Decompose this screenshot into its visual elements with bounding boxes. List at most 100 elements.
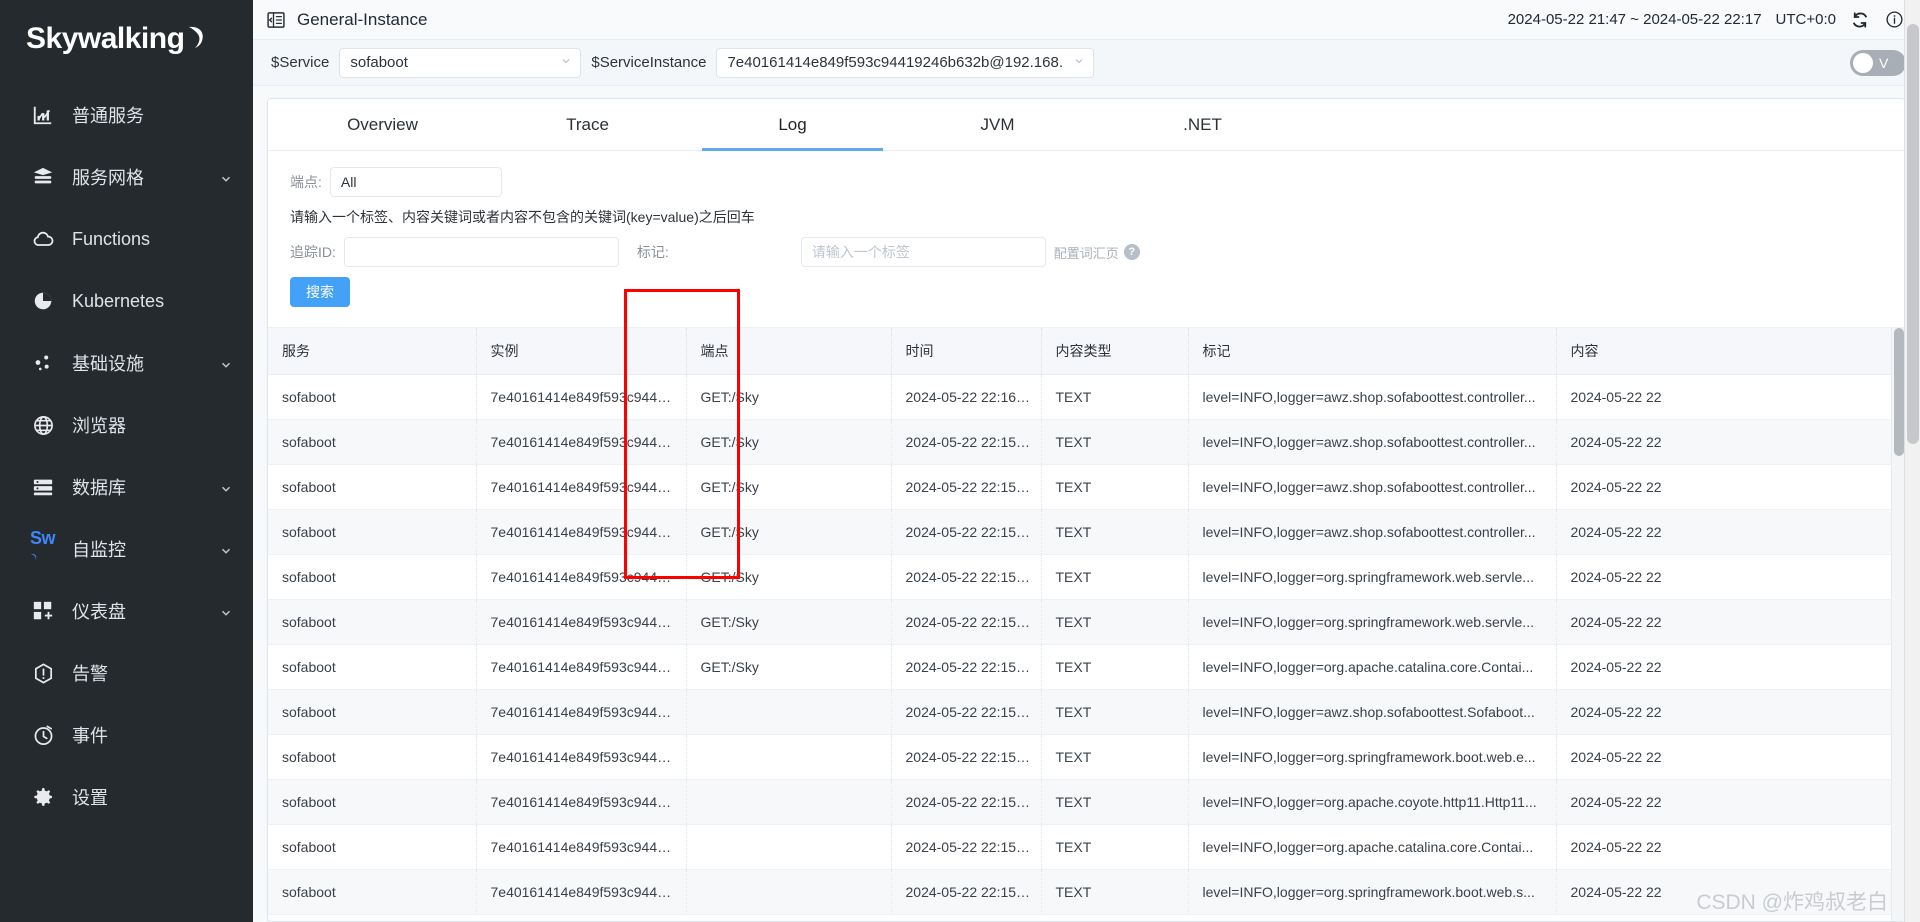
column-header-content[interactable]: 内容 [1556,328,1905,375]
tags-input[interactable]: 请输入一个标签 [800,237,1046,267]
cell-endpoint [686,779,892,825]
sidebar-item-self-observability[interactable]: Sw 自监控 [0,518,253,580]
config-vocabulary-link[interactable]: 配置词汇页 ? [1054,243,1140,262]
sidebar-item-alarm[interactable]: 告警 [0,642,253,704]
tab-dotnet[interactable]: .NET [1100,99,1305,150]
column-header-tags[interactable]: 标记 [1188,328,1557,375]
cell-tags: level=INFO,logger=awz.shop.sofaboottest.… [1188,464,1557,510]
cell-content: 2024-05-22 22 [1556,824,1905,870]
time-range-picker[interactable]: 2024-05-22 21:47 ~ 2024-05-22 22:17 [1508,11,1762,28]
table-scrollbar-thumb[interactable] [1894,328,1904,456]
sidebar-item-general-service[interactable]: 普通服务 [0,84,253,146]
sidebar-item-browser[interactable]: 浏览器 [0,394,253,456]
cell-endpoint: GET:/Sky [686,554,892,600]
column-header-service[interactable]: 服务 [268,328,477,375]
endpoint-filter-row: 端点: All [290,167,1883,197]
cell-content-type: TEXT [1041,419,1189,465]
table-row[interactable]: sofaboot7e40161414e849f593c9441924 6...G… [268,419,1905,465]
brand-logo[interactable]: Skywalking [0,0,253,78]
column-header-endpoint[interactable]: 端点 [686,328,892,375]
table-row[interactable]: sofaboot 7e40161414e849f593c94419246... 20… [268,734,1905,780]
service-select-label: $Service [271,54,330,71]
page-vertical-scrollbar[interactable] [1904,0,1920,922]
toggle-label: V [1879,54,1889,71]
table-row[interactable]: sofaboot 7e40161414e849f593c94419246... 20… [268,869,1905,915]
question-mark-icon[interactable]: ? [1123,244,1140,260]
cell-endpoint [686,869,892,915]
table-row[interactable]: sofaboot7e40161414e849f593c9441924 6...G… [268,554,1905,600]
table-row[interactable]: sofaboot 7e40161414e849f593c94419246... 20… [268,824,1905,870]
table-row[interactable]: sofaboot7e40161414e849f593c9441924 6...G… [268,374,1905,420]
watermark: CSDN @炸鸡叔老白 [1696,891,1888,914]
cell-service: sofaboot [268,734,477,780]
refresh-icon[interactable] [1850,10,1870,30]
log-filters: 端点: All 请输入一个标签、内容关键词或者内容不包含的关键词(key=val… [268,151,1905,327]
cell-content: 2024-05-22 22 [1556,644,1905,690]
info-icon[interactable] [1884,10,1904,30]
table-row[interactable]: sofaboot7e40161414e849f593c9441924 6...G… [268,599,1905,645]
tab-overview[interactable]: Overview [280,99,485,150]
sidebar-item-infrastructure[interactable]: 基础设施 [0,332,253,394]
content-card: Overview Trace Log JVM .NET 端点: All 请输入一… [267,98,1906,922]
cell-tags: level=INFO,logger=awz.shop.sofaboottest.… [1188,419,1557,465]
utc-offset-label[interactable]: UTC+0:0 [1776,11,1836,28]
service-select[interactable]: sofaboot [339,47,582,78]
chevron-down-icon [219,542,233,556]
sidebar-item-label: 仪表盘 [72,602,126,622]
sidebar-item-settings[interactable]: 设置 [0,766,253,828]
sidebar-item-database[interactable]: 数据库 [0,456,253,518]
sidebar-item-event[interactable]: 事件 [0,704,253,766]
cell-service: sofaboot [268,554,477,600]
database-list-icon [30,474,56,500]
skywalking-sw-icon: Sw [30,528,56,562]
cell-service: sofaboot [268,464,477,510]
cell-content-type: TEXT [1041,779,1189,825]
table-row[interactable]: sofaboot7e40161414e849f593c9441924 6...G… [268,464,1905,510]
tags-input-placeholder: 请输入一个标签 [811,244,910,260]
gear-icon [30,784,56,810]
cell-content-type: TEXT [1041,374,1189,420]
log-table-wrapper[interactable]: 服务 实例 端点 时间 内容类型 标记 内容 sofaboot 7e4016141… [268,327,1905,921]
tab-jvm[interactable]: JVM [895,99,1100,150]
layers-icon [30,164,56,190]
view-mode-toggle[interactable]: V [1850,49,1906,76]
tab-label: .NET [1183,114,1222,134]
cell-endpoint: GET:/Sky [686,374,892,420]
tab-log[interactable]: Log [690,99,895,151]
cell-tags: level=INFO,logger=awz.shop.sofaboottest.… [1188,509,1557,555]
cell-time: 2024-05-22 22:15:24 [891,869,1042,915]
collapse-sidebar-icon[interactable] [265,9,287,31]
table-row[interactable]: sofaboot7e40161414e849f593c9441924 6...G… [268,509,1905,555]
sidebar-item-kubernetes[interactable]: Kubernetes [0,270,253,332]
card-body: 端点: All 请输入一个标签、内容关键词或者内容不包含的关键词(key=val… [268,151,1905,921]
tab-trace[interactable]: Trace [485,99,690,150]
cell-instance: 7e40161414e849f593c9441924 6... [476,419,687,465]
cell-instance: 7e40161414e849f593c9441924 6... [476,464,687,510]
endpoint-input-value: All [340,174,357,190]
column-header-instance[interactable]: 实例 [476,328,687,375]
table-row[interactable]: sofaboot 7e40161414e849f593c94419246... 20… [268,779,1905,825]
table-row[interactable]: sofaboot 7e40161414e849f593c94419246... 20… [268,689,1905,735]
table-row[interactable]: sofaboot7e40161414e849f593c9441924 6...G… [268,644,1905,690]
cell-tags: level=INFO,logger=org.apache.coyote.http… [1188,779,1557,825]
sidebar-item-dashboard[interactable]: 仪表盘 [0,580,253,642]
cell-content: 2024-05-22 22 [1556,509,1905,555]
cell-endpoint: GET:/Sky [686,599,892,645]
endpoint-input[interactable]: All [329,167,502,197]
table-vertical-scrollbar[interactable] [1891,328,1905,921]
sidebar-item-functions[interactable]: Functions [0,208,253,270]
page-scrollbar-thumb[interactable] [1907,24,1919,444]
tab-label: JVM [980,114,1015,134]
cell-endpoint [686,734,892,780]
cell-service: sofaboot [268,509,477,555]
traceid-input[interactable] [343,237,619,267]
search-button[interactable]: 搜索 [290,277,350,307]
cell-content-type: TEXT [1041,464,1189,510]
selector-bar: $Service sofaboot $ServiceInstance 7e401… [253,40,1920,86]
column-header-content-type[interactable]: 内容类型 [1041,328,1189,375]
sidebar-item-service-mesh[interactable]: 服务网格 [0,146,253,208]
log-table-head: 服务 实例 端点 时间 内容类型 标记 内容 [268,328,1905,375]
column-header-time[interactable]: 时间 [891,328,1042,375]
topbar-right: 2024-05-22 21:47 ~ 2024-05-22 22:17 UTC+… [1508,10,1904,30]
service-instance-select[interactable]: 7e40161414e849f593c94419246b632b@192.168… [716,47,1095,78]
